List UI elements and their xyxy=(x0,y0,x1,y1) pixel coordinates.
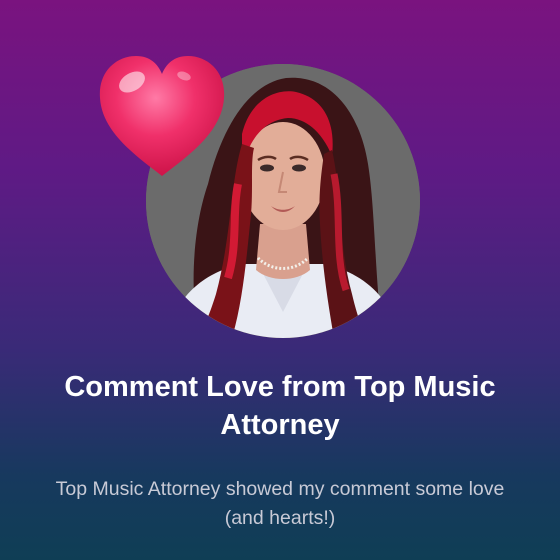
share-card: Comment Love from Top Music Attorney Top… xyxy=(0,0,560,560)
card-title: Comment Love from Top Music Attorney xyxy=(64,371,496,441)
card-subtitle: Top Music Attorney showed my comment som… xyxy=(55,478,505,529)
heart-icon xyxy=(96,52,228,180)
